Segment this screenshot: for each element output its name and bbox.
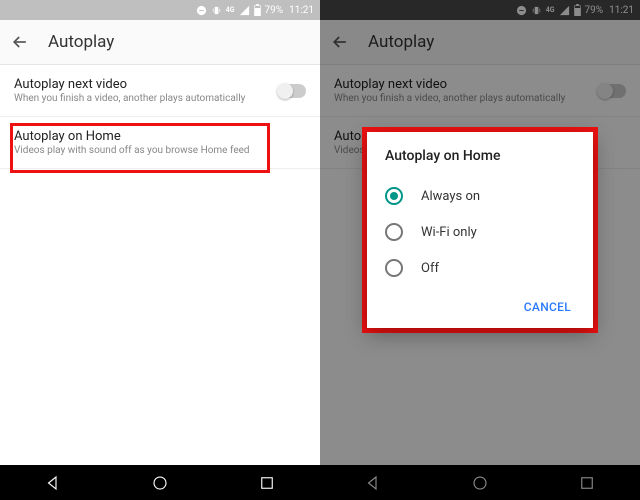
radio-icon [385, 223, 403, 241]
phone-right: 4G 79% 11:21 Autoplay Autoplay next vide… [320, 0, 640, 500]
option-off[interactable]: Off [385, 250, 575, 286]
option-label: Off [421, 261, 439, 276]
dialog-title: Autoplay on Home [385, 148, 575, 164]
back-button[interactable] [10, 32, 30, 52]
setting-title: Autoplay on Home [14, 129, 306, 144]
cancel-button[interactable]: CANCEL [520, 294, 575, 320]
radio-icon [385, 187, 403, 205]
setting-autoplay-home[interactable]: Autoplay on Home Videos play with sound … [0, 117, 320, 169]
nav-recents-button[interactable] [258, 474, 276, 492]
battery-percent: 79% [265, 5, 284, 16]
vibrate-icon [211, 5, 222, 16]
toggle-switch[interactable] [278, 84, 306, 98]
autoplay-home-dialog: Autoplay on Home Always on Wi-Fi only Of… [367, 132, 593, 328]
option-label: Wi-Fi only [421, 225, 477, 240]
option-label: Always on [421, 189, 480, 204]
status-bar: 4G 79% 11:21 [0, 0, 320, 20]
annotation-highlight: Autoplay on Home Always on Wi-Fi only Of… [362, 127, 598, 333]
page-title: Autoplay [48, 32, 114, 52]
setting-autoplay-next[interactable]: Autoplay next video When you finish a vi… [0, 65, 320, 117]
nav-back-button[interactable] [44, 474, 62, 492]
app-toolbar: Autoplay [0, 20, 320, 65]
option-always-on[interactable]: Always on [385, 178, 575, 214]
dnd-icon [196, 5, 207, 16]
setting-subtitle: When you finish a video, another plays a… [14, 93, 278, 104]
setting-subtitle: Videos play with sound off as you browse… [14, 145, 306, 156]
clock: 11:21 [289, 5, 314, 16]
setting-title: Autoplay next video [14, 77, 278, 92]
dialog-highlight-wrap: Autoplay on Home Always on Wi-Fi only Of… [362, 127, 598, 333]
content-area: Autoplay next video When you finish a vi… [0, 65, 320, 465]
network-icon: 4G [226, 6, 235, 14]
nav-bar [0, 465, 320, 500]
battery-icon [254, 4, 261, 16]
phone-left: 4G 79% 11:21 Autoplay Autoplay next vide… [0, 0, 320, 500]
nav-home-button[interactable] [151, 474, 169, 492]
signal-icon [239, 5, 250, 16]
option-wifi-only[interactable]: Wi-Fi only [385, 214, 575, 250]
radio-icon [385, 259, 403, 277]
